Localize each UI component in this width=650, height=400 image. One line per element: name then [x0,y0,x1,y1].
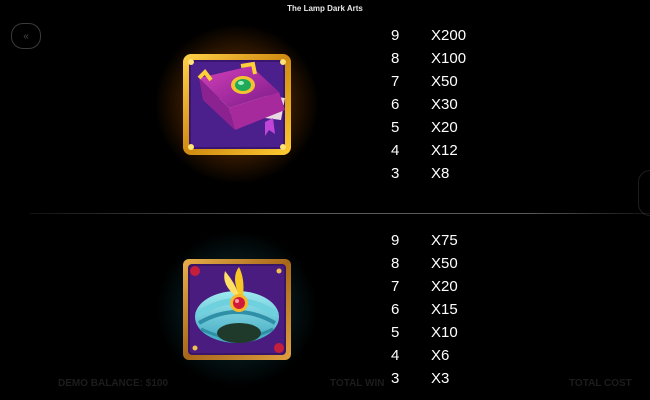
payout-row: 6 X15 [391,300,511,323]
payout-multiplier: X10 [431,324,458,341]
turban-symbol [157,231,317,387]
symbol-count: 4 [391,142,400,159]
turban-icon [157,231,317,387]
payout-row: 5 X10 [391,323,511,346]
payout-multiplier: X50 [431,73,458,90]
game-title: The Lamp Dark Arts [287,4,363,13]
symbol-count: 7 [391,73,400,90]
payout-multiplier: X50 [431,255,458,272]
symbol-count: 8 [391,50,400,67]
spellbook-symbol [155,24,319,184]
payout-multiplier: X75 [431,232,458,249]
payout-row: 4 X6 [391,346,511,369]
payout-multiplier: X8 [431,165,450,182]
symbol-count: 9 [391,27,400,44]
symbol-count: 3 [391,165,400,182]
payout-row: 8 X50 [391,254,511,277]
payout-row: 9 X75 [391,231,511,254]
demo-balance-label: DEMO BALANCE: $100 [58,378,169,389]
payout-row: 5 X20 [391,118,511,141]
payout-multiplier: X20 [431,278,458,295]
section-divider [30,213,650,214]
payout-row: 4 X12 [391,141,511,164]
payout-multiplier: X6 [431,347,450,364]
spellbook-paytable: 9 X200 8 X100 7 X50 6 X30 5 X20 4 X12 3 … [391,26,511,187]
double-chevron-left-icon: « [23,30,29,42]
symbol-count: 7 [391,278,400,295]
back-button[interactable]: « [11,23,41,49]
payout-row: 3 X8 [391,164,511,187]
turban-paytable: 9 X75 8 X50 7 X20 6 X15 5 X10 4 X6 3 X3 [391,231,511,392]
payout-multiplier: X100 [431,50,467,67]
payout-multiplier: X15 [431,301,458,318]
spellbook-icon [155,24,319,184]
next-page-button[interactable] [638,170,650,216]
total-win-label: TOTAL WIN [330,378,385,389]
symbol-count: 6 [391,96,400,113]
payout-row: 6 X30 [391,95,511,118]
payout-multiplier: X20 [431,119,458,136]
symbol-count: 8 [391,255,400,272]
symbol-count: 6 [391,301,400,318]
symbol-count: 5 [391,119,400,136]
symbol-count: 5 [391,324,400,341]
payout-row: 7 X50 [391,72,511,95]
payout-multiplier: X12 [431,142,458,159]
payout-row: 8 X100 [391,49,511,72]
payout-multiplier: X30 [431,96,458,113]
payout-multiplier: X200 [431,27,467,44]
total-cost-label: TOTAL COST [569,378,632,389]
symbol-count: 4 [391,347,400,364]
symbol-count: 9 [391,232,400,249]
payout-row: 9 X200 [391,26,511,49]
footer-bar: DEMO BALANCE: $100 TOTAL WIN TOTAL COST [0,378,650,392]
payout-row: 7 X20 [391,277,511,300]
